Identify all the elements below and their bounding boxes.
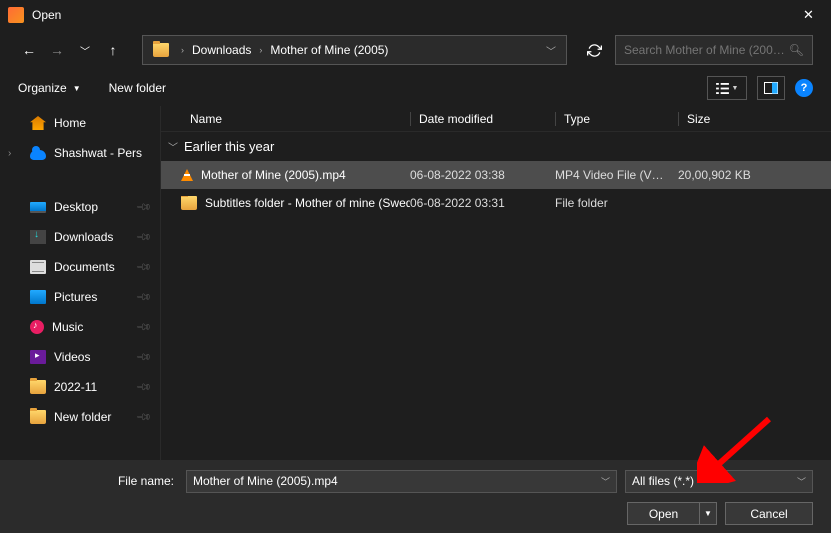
sidebar-item-label: Videos (54, 350, 90, 364)
file-row[interactable]: Mother of Mine (2005).mp4 06-08-2022 03:… (161, 161, 831, 189)
pin-icon: 📌︎ (135, 289, 152, 306)
up-button[interactable]: ↑ (102, 39, 124, 61)
view-mode-button[interactable]: ▼ (707, 76, 747, 100)
pin-icon: 📌︎ (135, 259, 152, 276)
videos-icon (30, 350, 46, 364)
file-row[interactable]: Subtitles folder - Mother of mine (Swede… (161, 189, 831, 217)
chevron-down-icon: ﹀ (168, 139, 178, 154)
back-button[interactable]: ← (18, 39, 40, 61)
pin-icon: 📌︎ (135, 349, 152, 366)
sidebar-item-folder[interactable]: New folder 📌︎ (0, 402, 160, 432)
column-header-size[interactable]: Size (679, 112, 710, 126)
app-icon (8, 7, 24, 23)
sidebar: Home › Shashwat - Pers Desktop 📌︎ Downloa… (0, 106, 161, 460)
chevron-right-icon[interactable]: › (8, 148, 11, 159)
sidebar-item-pictures[interactable]: Pictures 📌︎ (0, 282, 160, 312)
sidebar-item-music[interactable]: Music 📌︎ (0, 312, 160, 342)
sidebar-item-label: 2022-11 (54, 380, 97, 394)
folder-icon (153, 43, 169, 57)
folder-icon (181, 196, 197, 210)
sidebar-item-label: Shashwat - Pers (54, 146, 142, 160)
pictures-icon (30, 290, 46, 304)
group-header[interactable]: ﹀ Earlier this year (161, 132, 831, 161)
folder-icon (30, 380, 46, 394)
pin-icon: 📌︎ (135, 199, 152, 216)
pin-icon: 📌︎ (135, 319, 152, 336)
music-icon (30, 320, 44, 334)
sidebar-item-label: Documents (54, 260, 115, 274)
file-date: 06-08-2022 03:31 (410, 196, 555, 210)
sidebar-item-label: Pictures (54, 290, 97, 304)
new-folder-button[interactable]: New folder (109, 81, 166, 95)
open-button[interactable]: Open (627, 502, 699, 525)
download-icon (30, 230, 46, 244)
column-header-name[interactable]: Name (161, 112, 410, 126)
file-name: Mother of Mine (2005).mp4 (201, 168, 346, 182)
search-icon: 🔍︎ (789, 43, 804, 57)
sidebar-item-label: Downloads (54, 230, 113, 244)
search-input[interactable] (624, 43, 789, 57)
forward-button[interactable]: → (46, 39, 68, 61)
sidebar-item-documents[interactable]: Documents 📌︎ (0, 252, 160, 282)
chevron-down-icon[interactable]: ﹀ (797, 475, 806, 488)
sidebar-item-label: New folder (54, 410, 111, 424)
preview-pane-button[interactable] (757, 76, 785, 100)
breadcrumb[interactable]: Downloads (190, 43, 253, 57)
chevron-down-icon[interactable]: ﹀ (546, 43, 556, 58)
file-date: 06-08-2022 03:38 (410, 168, 555, 182)
file-type: MP4 Video File (V… (555, 168, 678, 182)
file-name: Subtitles folder - Mother of mine (Swede… (205, 196, 410, 210)
desktop-icon (30, 202, 46, 213)
pin-icon: 📌︎ (135, 409, 152, 426)
document-icon (30, 260, 46, 274)
chevron-down-icon[interactable]: ﹀ (601, 475, 610, 488)
column-header-type[interactable]: Type (556, 112, 678, 126)
pin-icon: 📌︎ (135, 229, 152, 246)
breadcrumb[interactable]: Mother of Mine (2005) (268, 43, 390, 57)
sidebar-item-label: Desktop (54, 200, 98, 214)
folder-icon (30, 410, 46, 424)
sidebar-item-videos[interactable]: Videos 📌︎ (0, 342, 160, 372)
sidebar-item-folder[interactable]: 2022-11 📌︎ (0, 372, 160, 402)
chevron-right-icon: › (253, 45, 268, 55)
pin-icon: 📌︎ (135, 379, 152, 396)
organize-menu[interactable]: Organize▼ (18, 81, 81, 95)
window-title: Open (32, 8, 786, 22)
search-field[interactable]: 🔍︎ (615, 35, 813, 65)
open-dropdown[interactable]: ▼ (699, 502, 717, 525)
home-icon (30, 116, 46, 130)
filename-input[interactable]: Mother of Mine (2005).mp4 ﹀ (186, 470, 617, 493)
filename-label: File name: (18, 474, 178, 488)
close-button[interactable]: ✕ (786, 0, 831, 30)
cancel-button[interactable]: Cancel (725, 502, 813, 525)
sidebar-item-home[interactable]: Home (0, 108, 160, 138)
file-type-filter[interactable]: All files (*.*) ﹀ (625, 470, 813, 493)
address-bar[interactable]: › Downloads › Mother of Mine (2005) ﹀ (142, 35, 567, 65)
refresh-button[interactable] (579, 35, 609, 65)
recent-dropdown[interactable]: ﹀ (74, 39, 96, 61)
vlc-icon (181, 169, 193, 181)
file-type: File folder (555, 196, 678, 210)
sidebar-item-label: Home (54, 116, 86, 130)
file-size: 20,00,902 KB (678, 168, 751, 182)
sidebar-item-downloads[interactable]: Downloads 📌︎ (0, 222, 160, 252)
sidebar-item-desktop[interactable]: Desktop 📌︎ (0, 192, 160, 222)
column-header-date[interactable]: Date modified (411, 112, 555, 126)
cloud-icon (30, 150, 46, 160)
chevron-right-icon: › (175, 45, 190, 55)
sidebar-item-label: Music (52, 320, 83, 334)
sidebar-item-onedrive[interactable]: › Shashwat - Pers (0, 138, 160, 168)
help-button[interactable]: ? (795, 79, 813, 97)
